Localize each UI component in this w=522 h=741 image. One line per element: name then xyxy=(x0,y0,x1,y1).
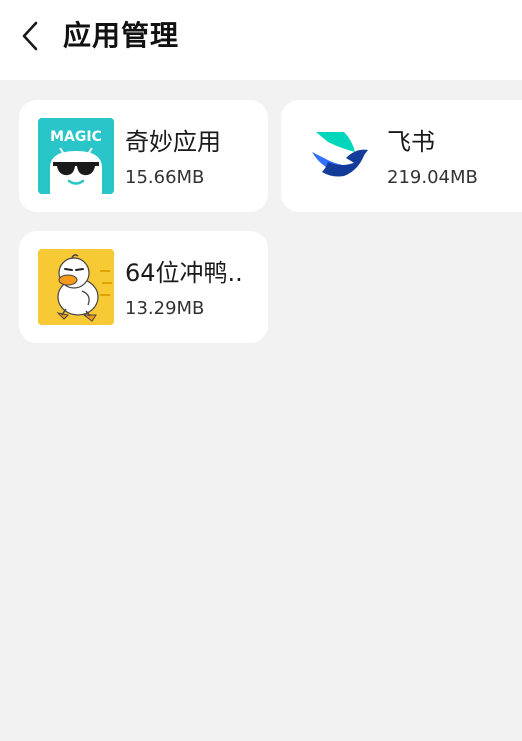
duck-icon xyxy=(38,249,114,325)
app-card-feishu[interactable]: 飞书 219.04MB xyxy=(281,100,522,212)
app-name: 飞书 xyxy=(387,128,435,156)
top-bar: 应用管理 xyxy=(0,0,522,80)
app-size: 219.04MB xyxy=(387,167,478,188)
back-button[interactable] xyxy=(14,18,46,54)
app-name: 64位冲鸭.. xyxy=(125,259,243,287)
chevron-left-icon xyxy=(22,21,38,51)
app-card-magic[interactable]: MAGIC 奇妙应用 15.66MB xyxy=(19,100,268,212)
magic-app-icon: MAGIC xyxy=(38,118,114,194)
feishu-icon xyxy=(302,118,378,194)
svg-text:MAGIC: MAGIC xyxy=(50,129,102,145)
app-card-duck[interactable]: 64位冲鸭.. 13.29MB xyxy=(19,231,268,343)
app-name: 奇妙应用 xyxy=(125,128,221,156)
page-title: 应用管理 xyxy=(63,19,180,52)
app-size: 13.29MB xyxy=(125,298,205,319)
app-size: 15.66MB xyxy=(125,167,205,188)
